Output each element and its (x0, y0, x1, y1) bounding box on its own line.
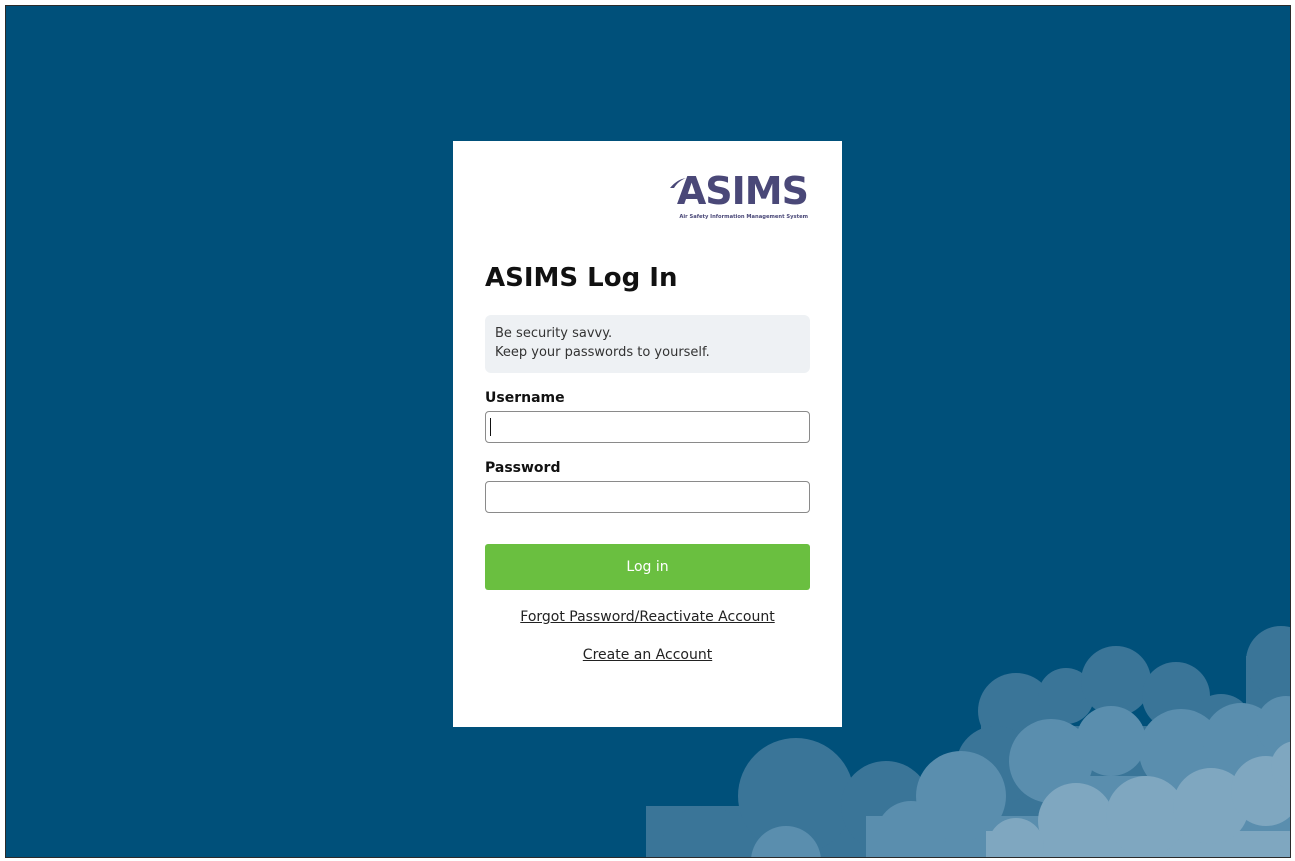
login-page-background: ASIMS Air Safety Information Management … (5, 5, 1291, 858)
login-button[interactable]: Log in (485, 544, 810, 590)
create-account-link[interactable]: Create an Account (453, 647, 842, 663)
username-input[interactable] (485, 411, 810, 443)
asims-logo: ASIMS Air Safety Information Management … (663, 169, 809, 229)
page-title: ASIMS Log In (485, 263, 678, 293)
login-card: ASIMS Air Safety Information Management … (453, 141, 842, 727)
notice-line-1: Be security savvy. (495, 326, 613, 341)
logo-tagline: Air Safety Information Management System (679, 214, 808, 220)
forgot-password-link[interactable]: Forgot Password/Reactivate Account (453, 609, 842, 625)
password-label: Password (485, 460, 561, 476)
text-caret (490, 418, 491, 436)
logo-wordmark: ASIMS (676, 169, 809, 213)
security-notice: Be security savvy. Keep your passwords t… (485, 315, 810, 373)
username-label: Username (485, 390, 565, 406)
password-input[interactable] (485, 481, 810, 513)
notice-line-2: Keep your passwords to yourself. (495, 345, 710, 360)
